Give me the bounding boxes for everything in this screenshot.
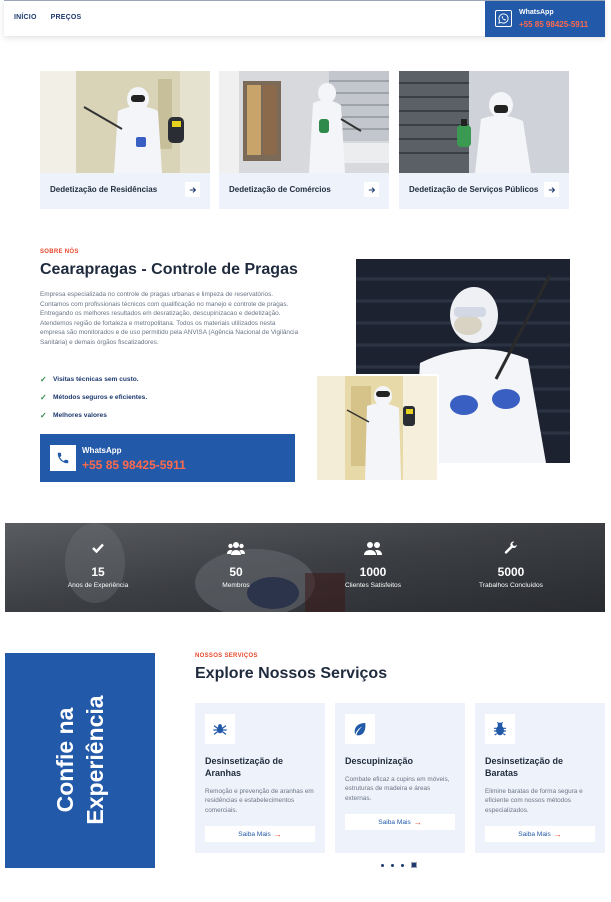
check-item: ✓ Métodos seguros e eficientes. <box>40 388 147 406</box>
service-card-aranhas: Desinsetização de Aranhas Remoção e prev… <box>195 703 325 853</box>
about-whatsapp-button[interactable]: WhatsApp +55 85 98425-5911 <box>40 434 295 482</box>
wrench-icon <box>461 541 561 555</box>
service-title: Desinsetização de Aranhas <box>205 756 284 778</box>
bug-icon <box>485 714 515 744</box>
confie-line-1: Confie na <box>52 707 78 813</box>
service-description: Elimine baratas de forma segura e eficie… <box>485 788 583 814</box>
card-servicos-publicos-label: Dedetização de Serviços Públicos <box>409 185 539 194</box>
arrow-right-icon[interactable] <box>364 182 379 197</box>
confie-banner: Confie na Experiência <box>5 653 155 868</box>
services-title: Explore Nossos Serviços <box>195 665 388 682</box>
services-eyebrow: NOSSOS SERVIÇOS <box>195 653 258 659</box>
stat-value: 5000 <box>497 565 525 579</box>
check-icon: ✓ <box>40 410 47 420</box>
card-residencias-photo <box>40 71 210 173</box>
arrow-right-icon: → <box>413 817 422 827</box>
about-description: Empresa especializada no controle de pra… <box>40 291 299 346</box>
nav-inicio[interactable]: INÍCIO <box>14 14 37 21</box>
check-icon <box>48 541 148 555</box>
users-icon <box>323 541 423 555</box>
carousel-dot-active[interactable] <box>411 862 417 868</box>
stat-clientes: 1000 Clientes Satisfeitos <box>323 541 423 589</box>
stat-value: 15 <box>91 565 105 579</box>
about-eyebrow: SOBRE NÓS <box>40 249 79 255</box>
check-item-label: Métodos seguros e eficientes. <box>53 393 148 401</box>
users-group-icon <box>186 541 286 555</box>
about-checklist: ✓ Visitas técnicas sem custo. ✓ Métodos … <box>40 370 147 424</box>
card-servicos-publicos[interactable]: Dedetização de Serviços Públicos <box>399 71 569 209</box>
whatsapp-icon <box>495 10 512 27</box>
confie-text: Confie na Experiência <box>50 695 110 824</box>
carousel-dot[interactable] <box>381 863 384 867</box>
arrow-right-icon: → <box>273 829 282 839</box>
saiba-mais-button[interactable]: Saiba Mais → <box>345 814 455 830</box>
about-whatsapp-phone: +55 85 98425-5911 <box>82 458 186 472</box>
stat-value: 50 <box>229 565 243 579</box>
service-title: Desinsetização de Baratas <box>485 756 564 778</box>
check-icon: ✓ <box>40 374 47 384</box>
card-comercios-label: Dedetização de Comércios <box>229 185 331 194</box>
stat-label: Membros <box>222 582 250 589</box>
spider-icon <box>205 714 235 744</box>
stat-label: Trabalhos Concluídos <box>479 582 543 589</box>
card-residencias-label: Dedetização de Residências <box>50 185 158 194</box>
check-icon: ✓ <box>40 392 47 402</box>
check-item-label: Visitas técnicas sem custo. <box>53 375 139 383</box>
stat-label: Clientes Satisfeitos <box>344 582 402 589</box>
card-comercios[interactable]: Dedetização de Comércios <box>219 71 389 209</box>
stat-label: Anos de Experiência <box>67 582 129 589</box>
header-whatsapp-label: WhatsApp <box>519 9 554 16</box>
card-servicos-publicos-photo <box>399 71 569 173</box>
saiba-mais-label: Saiba Mais <box>238 830 271 838</box>
arrow-right-icon: → <box>553 829 562 839</box>
header-whatsapp-phone: +55 85 98425-5911 <box>519 20 589 29</box>
service-card-descupinizacao: Descupinização Combate eficaz a cupins e… <box>335 703 465 853</box>
check-item-label: Melhores valores <box>53 411 107 419</box>
service-description: Remoção e prevenção de aranhas em residê… <box>205 788 314 814</box>
stat-membros: 50 Membros <box>186 541 286 589</box>
main-nav: INÍCIO PREÇOS <box>14 14 81 21</box>
nav-precos[interactable]: PREÇOS <box>51 14 82 21</box>
check-item: ✓ Melhores valores <box>40 406 147 424</box>
saiba-mais-button[interactable]: Saiba Mais → <box>205 826 315 842</box>
carousel-dot[interactable] <box>401 863 404 867</box>
arrow-right-icon[interactable] <box>544 182 559 197</box>
carousel-dot[interactable] <box>391 863 394 867</box>
card-residencias[interactable]: Dedetização de Residências <box>40 71 210 209</box>
service-description: Combate eficaz a cupins em móveis, estru… <box>345 776 450 802</box>
service-card-baratas: Desinsetização de Baratas Elimine barata… <box>475 703 605 853</box>
stat-anos: 15 Anos de Experiência <box>48 541 148 589</box>
stat-value: 1000 <box>359 565 387 579</box>
check-item: ✓ Visitas técnicas sem custo. <box>40 370 147 388</box>
confie-line-2: Experiência <box>82 695 108 825</box>
carousel-dots <box>381 862 417 868</box>
phone-icon <box>50 445 76 471</box>
saiba-mais-label: Saiba Mais <box>378 818 411 826</box>
header-whatsapp-button[interactable]: WhatsApp +55 85 98425-5911 <box>485 1 605 37</box>
about-secondary-photo <box>315 374 439 482</box>
about-whatsapp-label: WhatsApp <box>82 446 122 455</box>
leaf-icon <box>345 714 375 744</box>
about-title: Cearapragas - Controle de Pragas <box>40 261 298 278</box>
card-comercios-photo <box>219 71 389 173</box>
service-title: Descupinização <box>345 756 414 766</box>
stat-trabalhos: 5000 Trabalhos Concluídos <box>461 541 561 589</box>
saiba-mais-button[interactable]: Saiba Mais → <box>485 826 595 842</box>
saiba-mais-label: Saiba Mais <box>518 830 551 838</box>
stats-band: 15 Anos de Experiência 50 Membros 1000 C… <box>5 523 605 612</box>
arrow-right-icon[interactable] <box>185 182 200 197</box>
site-header: INÍCIO PREÇOS WhatsApp +55 85 98425-5911 <box>4 0 605 37</box>
